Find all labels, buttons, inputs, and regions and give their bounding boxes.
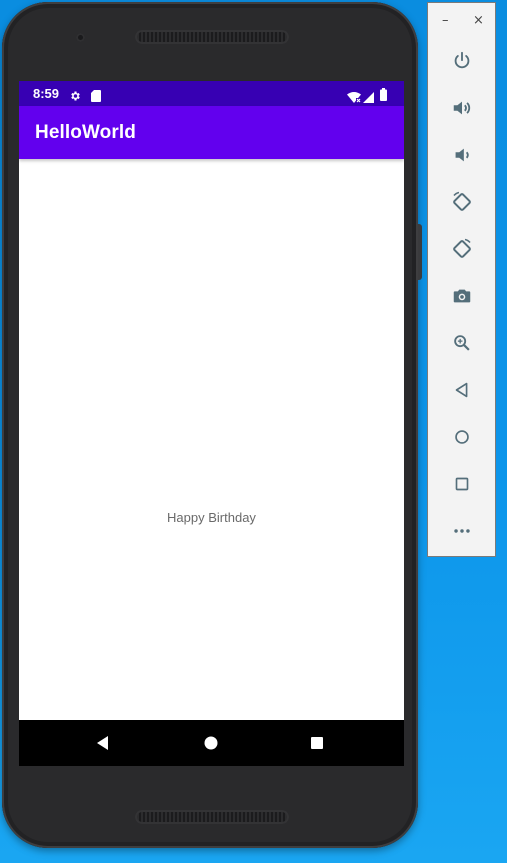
more-options-button[interactable] (448, 517, 476, 545)
camera-icon (453, 289, 471, 303)
power-side-button (418, 224, 422, 280)
emulator-overview-button[interactable] (448, 470, 476, 498)
app-title: HelloWorld (35, 122, 136, 143)
app-bar: HelloWorld (19, 106, 404, 159)
emulator-home-button[interactable] (448, 423, 476, 451)
volume-down-button[interactable] (448, 141, 476, 169)
screenshot-button[interactable] (448, 282, 476, 310)
bottom-speaker-grille (135, 810, 289, 824)
home-icon (204, 736, 218, 750)
top-speaker-grille (135, 30, 289, 44)
nav-back-button[interactable] (93, 733, 113, 753)
back-icon (455, 382, 468, 398)
front-camera (76, 33, 85, 42)
status-time: 8:59 (33, 86, 60, 101)
recents-icon (311, 737, 323, 749)
home-icon (455, 430, 469, 444)
close-button[interactable]: × (473, 13, 484, 28)
power-icon (454, 51, 470, 69)
navigation-bar (19, 720, 404, 766)
device-screen: 8:59 HelloWorld Happy Birthday (19, 81, 404, 766)
zoom-icon (454, 335, 470, 351)
volume-up-icon (453, 101, 471, 115)
back-icon (97, 736, 108, 750)
overview-icon (455, 477, 469, 491)
volume-up-button[interactable] (448, 94, 476, 122)
greeting-text: Happy Birthday (167, 510, 256, 525)
battery-icon (380, 86, 387, 105)
rotate-right-button[interactable] (448, 235, 476, 263)
nav-recents-button[interactable] (307, 733, 327, 753)
signal-icon (363, 88, 374, 107)
emulator-back-button[interactable] (448, 376, 476, 404)
power-button[interactable] (448, 47, 476, 75)
toolbar-window-controls: – × (428, 3, 495, 39)
emulator-toolbar: – × (427, 2, 496, 557)
more-icon (454, 529, 470, 533)
status-bar: 8:59 (19, 81, 404, 106)
rotate-left-button[interactable] (448, 188, 476, 216)
nav-home-button[interactable] (201, 733, 221, 753)
zoom-button[interactable] (448, 329, 476, 357)
rotate-right-icon (453, 238, 471, 258)
volume-down-icon (455, 148, 469, 162)
wifi-icon (347, 88, 361, 107)
main-content: Happy Birthday (19, 159, 404, 720)
rotate-left-icon (453, 191, 471, 211)
sd-card-icon (91, 87, 101, 106)
gear-icon (69, 87, 81, 106)
emulator-phone-frame: 8:59 HelloWorld Happy Birthday (2, 2, 422, 848)
minimize-button[interactable]: – (442, 13, 449, 28)
